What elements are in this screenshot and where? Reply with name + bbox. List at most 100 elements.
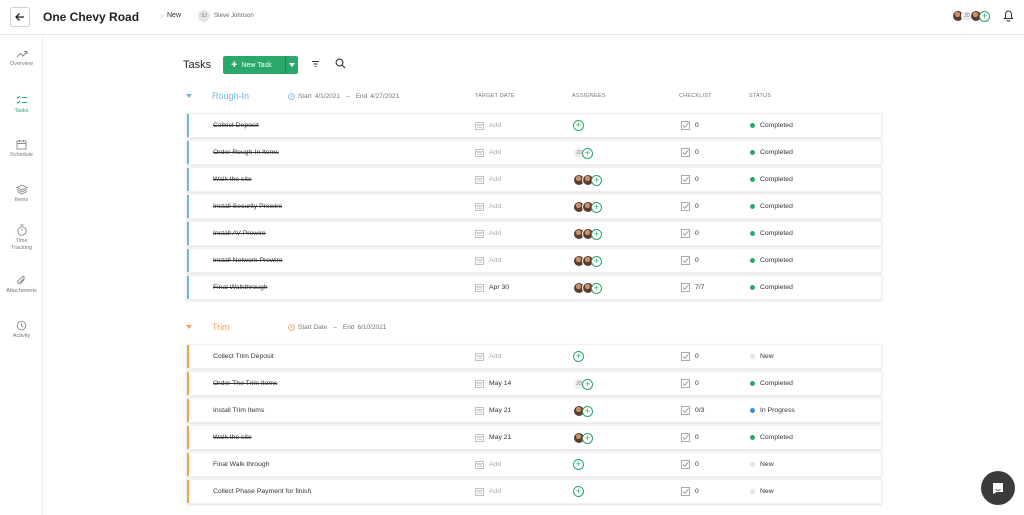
assignees-field[interactable]: + bbox=[573, 486, 584, 497]
add-assignee-button[interactable]: + bbox=[582, 147, 593, 159]
status-badge[interactable]: Completed bbox=[750, 230, 793, 237]
status-badge[interactable]: New bbox=[750, 353, 774, 360]
assignees-field[interactable]: + bbox=[573, 201, 602, 213]
target-date-field[interactable]: Add bbox=[475, 148, 501, 157]
task-name[interactable]: Final Walkthrough bbox=[213, 284, 268, 291]
table-row[interactable]: Install Trim Items May 21 +0/3 In Progress bbox=[186, 398, 882, 423]
target-date-field[interactable]: Add bbox=[475, 460, 501, 469]
back-button[interactable] bbox=[10, 7, 30, 27]
target-date-field[interactable]: Add bbox=[475, 175, 501, 184]
sidebar-item-items[interactable]: Items bbox=[0, 184, 43, 204]
table-row[interactable]: Collect Deposit Add +0 Completed bbox=[186, 113, 882, 138]
target-date-field[interactable]: Add bbox=[475, 202, 501, 211]
group-dates[interactable]: Start Date – End 6/10/2021 bbox=[288, 324, 386, 331]
checklist-field[interactable]: 0 bbox=[681, 175, 699, 184]
checklist-field[interactable]: 0 bbox=[681, 352, 699, 361]
checklist-field[interactable]: 0 bbox=[681, 379, 699, 388]
column-header-target-date[interactable]: TARGET DATE bbox=[475, 93, 515, 99]
assignees-field[interactable]: + bbox=[573, 351, 584, 362]
team-avatars[interactable]: JD + bbox=[952, 10, 990, 22]
sidebar-item-time-tracking[interactable]: Time Tracking bbox=[0, 224, 43, 252]
task-name[interactable]: Install AV Prewire bbox=[213, 230, 266, 237]
assignees-field[interactable]: + bbox=[573, 405, 593, 417]
add-assignee-button[interactable]: + bbox=[591, 255, 602, 267]
new-task-dropdown[interactable] bbox=[285, 56, 298, 74]
task-name[interactable]: Install Trim Items bbox=[213, 407, 264, 414]
sidebar-item-attachments[interactable]: Attachments bbox=[0, 275, 43, 295]
table-row[interactable]: Install Network Prewire Add +0 Completed bbox=[186, 248, 882, 273]
assignees-field[interactable]: + bbox=[573, 174, 602, 186]
sidebar-item-overview[interactable]: Overview bbox=[0, 49, 43, 68]
column-header-status[interactable]: STATUS bbox=[749, 93, 771, 99]
task-name[interactable]: Collect Trim Deposit bbox=[213, 353, 274, 360]
target-date-field[interactable]: May 14 bbox=[475, 379, 511, 388]
sidebar-item-schedule[interactable]: Schedule bbox=[0, 139, 43, 159]
add-member-button[interactable]: + bbox=[979, 10, 990, 22]
collapse-group-button[interactable] bbox=[186, 324, 192, 331]
task-name[interactable]: Final Walk through bbox=[213, 461, 269, 468]
sidebar-item-activity[interactable]: Activity bbox=[0, 320, 43, 340]
project-status[interactable]: New bbox=[160, 12, 181, 19]
add-assignee-button[interactable]: + bbox=[573, 486, 584, 497]
status-badge[interactable]: In Progress bbox=[750, 407, 795, 414]
checklist-field[interactable]: 0 bbox=[681, 121, 699, 130]
column-header-assignees[interactable]: ASSIGNEES bbox=[572, 93, 606, 99]
target-date-field[interactable]: Apr 30 bbox=[475, 283, 509, 292]
add-assignee-button[interactable]: + bbox=[582, 432, 593, 444]
checklist-field[interactable]: 0 bbox=[681, 487, 699, 496]
checklist-field[interactable]: 0 bbox=[681, 256, 699, 265]
status-badge[interactable]: New bbox=[750, 461, 774, 468]
checklist-field[interactable]: 7/7 bbox=[681, 283, 704, 292]
checklist-field[interactable]: 0 bbox=[681, 229, 699, 238]
target-date-field[interactable]: May 21 bbox=[475, 433, 511, 442]
task-name[interactable]: Walk the site bbox=[213, 434, 252, 441]
status-badge[interactable]: Completed bbox=[750, 176, 793, 183]
table-row[interactable]: Final Walk through Add +0 New bbox=[186, 452, 882, 477]
assignees-field[interactable]: + bbox=[573, 459, 584, 470]
assignees-field[interactable]: + bbox=[573, 282, 602, 294]
checklist-field[interactable]: 0 bbox=[681, 202, 699, 211]
assignees-field[interactable]: + bbox=[573, 432, 593, 444]
task-name[interactable]: Install Security Prewire bbox=[213, 203, 282, 210]
add-assignee-button[interactable]: + bbox=[591, 282, 602, 294]
task-name[interactable]: Collect Phase Payment for finish bbox=[213, 488, 311, 495]
add-assignee-button[interactable]: + bbox=[573, 120, 584, 131]
task-name[interactable]: Order Rough-In Items bbox=[213, 149, 279, 156]
new-task-button[interactable]: + New Task bbox=[223, 56, 298, 74]
checklist-field[interactable]: 0 bbox=[681, 148, 699, 157]
table-row[interactable]: Walk the site May 21 +0 Completed bbox=[186, 425, 882, 450]
assignees-field[interactable]: JD + bbox=[573, 147, 593, 159]
task-name[interactable]: Walk the site bbox=[213, 176, 252, 183]
assignees-field[interactable]: + bbox=[573, 120, 584, 131]
task-name[interactable]: Order The Trim Items bbox=[213, 380, 277, 387]
task-name[interactable]: Install Network Prewire bbox=[213, 257, 283, 264]
bell-icon[interactable] bbox=[1003, 10, 1014, 22]
add-assignee-button[interactable]: + bbox=[591, 228, 602, 240]
collapse-group-button[interactable] bbox=[186, 93, 192, 100]
table-row[interactable]: Walk the site Add +0 Completed bbox=[186, 167, 882, 192]
checklist-field[interactable]: 0/3 bbox=[681, 406, 704, 415]
add-assignee-button[interactable]: + bbox=[582, 405, 593, 417]
status-badge[interactable]: Completed bbox=[750, 203, 793, 210]
assignees-field[interactable]: + bbox=[573, 255, 602, 267]
target-date-field[interactable]: Add bbox=[475, 352, 501, 361]
table-row[interactable]: Order The Trim Items May 14 JD + 0 Completed bbox=[186, 371, 882, 396]
chat-button[interactable] bbox=[981, 471, 1015, 505]
status-badge[interactable]: Completed bbox=[750, 284, 793, 291]
table-row[interactable]: Collect Trim Deposit Add +0 New bbox=[186, 344, 882, 369]
add-assignee-button[interactable]: + bbox=[591, 201, 602, 213]
table-row[interactable]: Collect Phase Payment for finish Add +0 New bbox=[186, 479, 882, 504]
target-date-field[interactable]: Add bbox=[475, 229, 501, 238]
checklist-field[interactable]: 0 bbox=[681, 433, 699, 442]
sidebar-item-tasks[interactable]: Tasks bbox=[0, 95, 43, 115]
project-owner[interactable]: SJ Steve Johnson bbox=[198, 10, 254, 22]
status-badge[interactable]: New bbox=[750, 488, 774, 495]
status-badge[interactable]: Completed bbox=[750, 434, 793, 441]
status-badge[interactable]: Completed bbox=[750, 380, 793, 387]
target-date-field[interactable]: Add bbox=[475, 256, 501, 265]
column-header-checklist[interactable]: CHECKLIST bbox=[679, 93, 712, 99]
status-badge[interactable]: Completed bbox=[750, 122, 793, 129]
table-row[interactable]: Install AV Prewire Add +0 Completed bbox=[186, 221, 882, 246]
status-badge[interactable]: Completed bbox=[750, 149, 793, 156]
table-row[interactable]: Final Walkthrough Apr 30 +7/7 Completed bbox=[186, 275, 882, 300]
